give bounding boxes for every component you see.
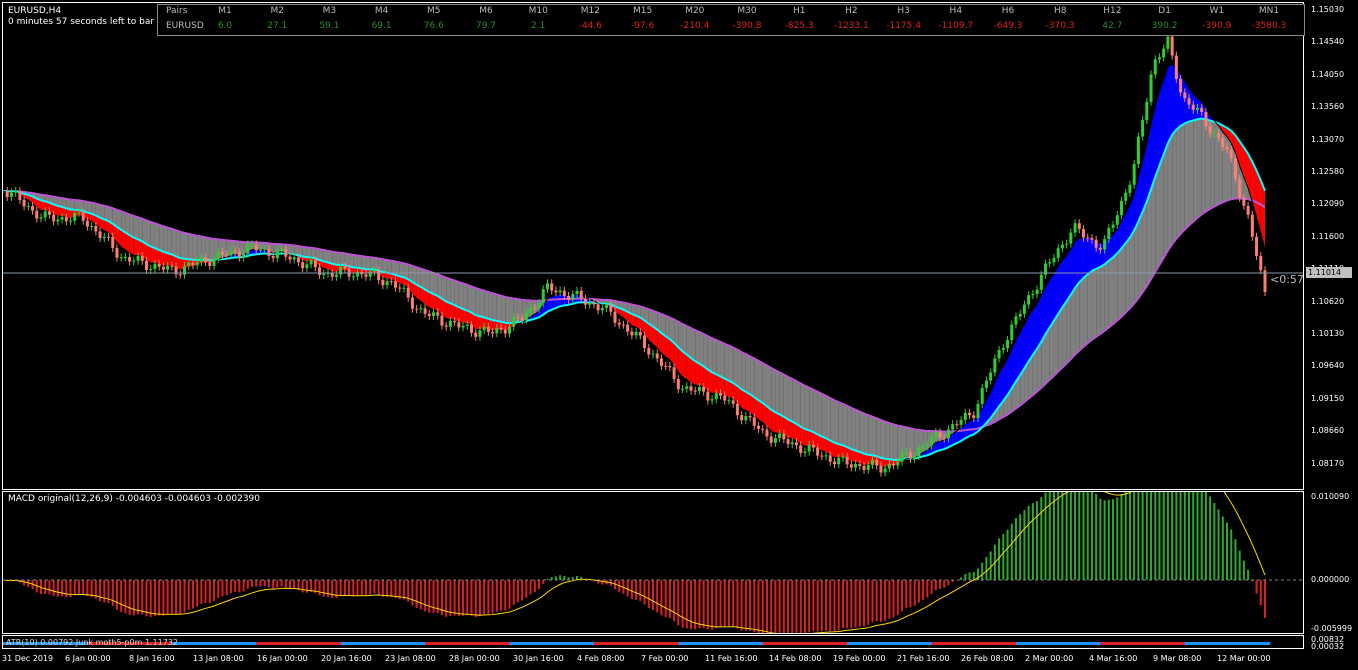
time-tick-label: 6 Jan 00:00 (65, 654, 111, 663)
timeframe-header-m4: M4 (374, 6, 389, 16)
strength-value-m1: 6.0 (217, 21, 233, 31)
timeframe-header-m3: M3 (322, 6, 337, 16)
timeframe-header-m5: M5 (427, 6, 441, 16)
macd-tick-zero: 0.000000 (1311, 575, 1350, 584)
strength-value-m10: 2.1 (531, 21, 546, 31)
strength-value-m30: -390.8 (732, 21, 762, 31)
timeframe-header-m30: M30 (737, 6, 757, 16)
strength-value-m15: -97.6 (630, 21, 655, 31)
macd-pane[interactable]: MACD original(12,26,9) -0.004603 -0.0046… (2, 491, 1304, 634)
strength-value-h8: -370.3 (1045, 21, 1075, 31)
strength-value-m12: -44.6 (578, 21, 603, 31)
atr-tick-bottom: 0.00032 (1311, 642, 1345, 651)
timeframe-header-m6: M6 (479, 6, 493, 16)
macd-canvas[interactable] (3, 492, 1304, 634)
strength-value-h4: -1109.7 (938, 21, 974, 31)
price-tick-label: 1.13070 (1311, 134, 1345, 144)
strength-value-h1: -825.3 (784, 21, 814, 31)
price-tick-label: 1.08170 (1311, 458, 1345, 468)
pairs-strength-table: Pairs M1 M2 M3 M4 M5 M6 M10 M12 M15 M20 M30 H1 H2 H3 H… (157, 4, 1305, 36)
timeframe-header-h1: H1 (792, 6, 806, 16)
time-tick-label: 16 Jan 00:00 (257, 654, 308, 663)
timeframe-header-m20: M20 (685, 6, 705, 16)
symbol-label: EURUSD,H4 (8, 6, 62, 16)
time-tick-label: 7 Feb 00:00 (641, 654, 689, 663)
timeframe-header-m2: M2 (270, 6, 284, 16)
time-tick-label: 4 Mar 16:00 (1089, 654, 1138, 663)
strength-value-m3: 59.1 (319, 21, 340, 31)
timeframe-header-h3: H3 (897, 6, 910, 16)
timeframe-header-m1: M1 (218, 6, 232, 16)
timeframe-header-w1: W1 (1209, 6, 1225, 16)
time-tick-label: 21 Feb 16:00 (897, 654, 950, 663)
price-tick-label: 1.10130 (1311, 329, 1345, 338)
timeframe-header-h4: H4 (949, 6, 963, 16)
price-tick-label: 1.12090 (1311, 199, 1345, 209)
price-tick-label: 1.14540 (1311, 37, 1345, 47)
pair-symbol-label: EURUSD (166, 21, 204, 31)
strength-value-m2: 27.1 (267, 21, 288, 31)
time-tick-label: 12 Mar 00:00 (1217, 654, 1271, 663)
timeframe-header-h2: H2 (845, 6, 858, 16)
time-tick-label: 9 Mar 08:00 (1153, 654, 1202, 663)
macd-tick-top: 0.010090 (1311, 492, 1350, 501)
strength-value-d1: 390.2 (1151, 21, 1178, 31)
timeframe-header-h12: H12 (1103, 6, 1122, 16)
strength-value-m5: 76.6 (423, 21, 444, 31)
price-tick-label: 1.10620 (1311, 296, 1345, 306)
countdown-short: <0:57 (1270, 273, 1304, 286)
current-price-badge: 1.11014 (1306, 267, 1352, 278)
timeframe-header-mn1: MN1 (1258, 6, 1280, 16)
time-tick-label: 28 Jan 00:00 (449, 654, 500, 663)
strength-value-m20: -210.4 (680, 21, 710, 31)
timeframe-header-m15: M15 (632, 6, 653, 16)
timeframe-header-h6: H6 (1001, 6, 1015, 16)
price-tick-label: 1.12580 (1311, 167, 1345, 176)
strength-value-m6: 79.7 (475, 21, 497, 31)
macd-tick-bottom: -0.005999 (1311, 624, 1353, 633)
strength-value-m4: 69.1 (371, 21, 392, 31)
time-tick-label: 4 Feb 08:00 (577, 654, 625, 663)
main-chart-pane[interactable]: EURUSD,H4 0 minutes 57 seconds left to b… (2, 2, 1304, 490)
macd-title: MACD original(12,26,9) -0.004603 -0.0046… (8, 494, 261, 504)
bar-countdown-text: 0 minutes 57 seconds left to bar end (8, 17, 174, 27)
atr-canvas[interactable] (3, 636, 1304, 649)
strength-value-mn1: -3580.3 (1251, 21, 1287, 31)
price-tick-label: 1.13560 (1311, 102, 1345, 112)
time-tick-label: 14 Feb 08:00 (769, 654, 822, 663)
timeframe-header-m12: M12 (580, 6, 600, 16)
time-tick-label: 13 Jan 08:00 (193, 654, 244, 663)
pairs-header-label: Pairs (166, 6, 188, 16)
strength-value-h6: -649.3 (993, 21, 1023, 31)
timeframe-header-h8: H8 (1053, 6, 1067, 16)
pairs-table-row: EURUSD 6.0 27.1 59.1 69.1 76.6 79.7 2.1 -44.6 -9… (158, 21, 1304, 35)
time-tick-label: 2 Mar 00:00 (1025, 654, 1074, 663)
strength-value-h12: 42.7 (1102, 21, 1123, 31)
price-tick-label: 1.08660 (1311, 426, 1345, 436)
time-tick-label: 23 Jan 08:00 (385, 654, 436, 663)
price-chart-canvas[interactable] (3, 3, 1304, 490)
strength-value-h2: -1233.1 (834, 21, 869, 31)
atr-pane[interactable]: ATR(10) 0.00792 Junk moth5-p0m 1.11732 (2, 635, 1304, 649)
timeframe-header-m10: M10 (528, 6, 548, 16)
time-tick-label: 8 Jan 16:00 (129, 654, 175, 663)
time-tick-label: 26 Feb 08:00 (961, 654, 1014, 663)
strength-value-h3: -1175.4 (886, 21, 921, 31)
price-tick-label: 1.15030 (1311, 5, 1345, 14)
time-tick-label: 19 Feb 00:00 (833, 654, 886, 663)
time-tick-label: 20 Jan 16:00 (321, 654, 372, 663)
atr-segment (1265, 642, 1271, 645)
time-tick-label: 31 Dec 2019 (2, 654, 54, 663)
pairs-table-header: Pairs M1 M2 M3 M4 M5 M6 M10 M12 M15 M20 M30 H1 H2 H3 H… (158, 6, 1304, 20)
price-tick-label: 1.09640 (1311, 361, 1345, 371)
price-tick-label: 1.09150 (1311, 393, 1345, 403)
timeframe-header-d1: D1 (1158, 6, 1171, 16)
atr-title: ATR(10) 0.00792 Junk moth5-p0m 1.11732 (6, 638, 179, 647)
ema-cloud (3, 63, 1265, 468)
price-tick-label: 1.14050 (1311, 69, 1345, 79)
time-tick-label: 11 Feb 16:00 (705, 654, 758, 663)
strength-value-w1: -390.9 (1202, 21, 1232, 31)
price-tick-label: 1.11600 (1311, 231, 1345, 241)
time-tick-label: 30 Jan 16:00 (513, 654, 564, 663)
